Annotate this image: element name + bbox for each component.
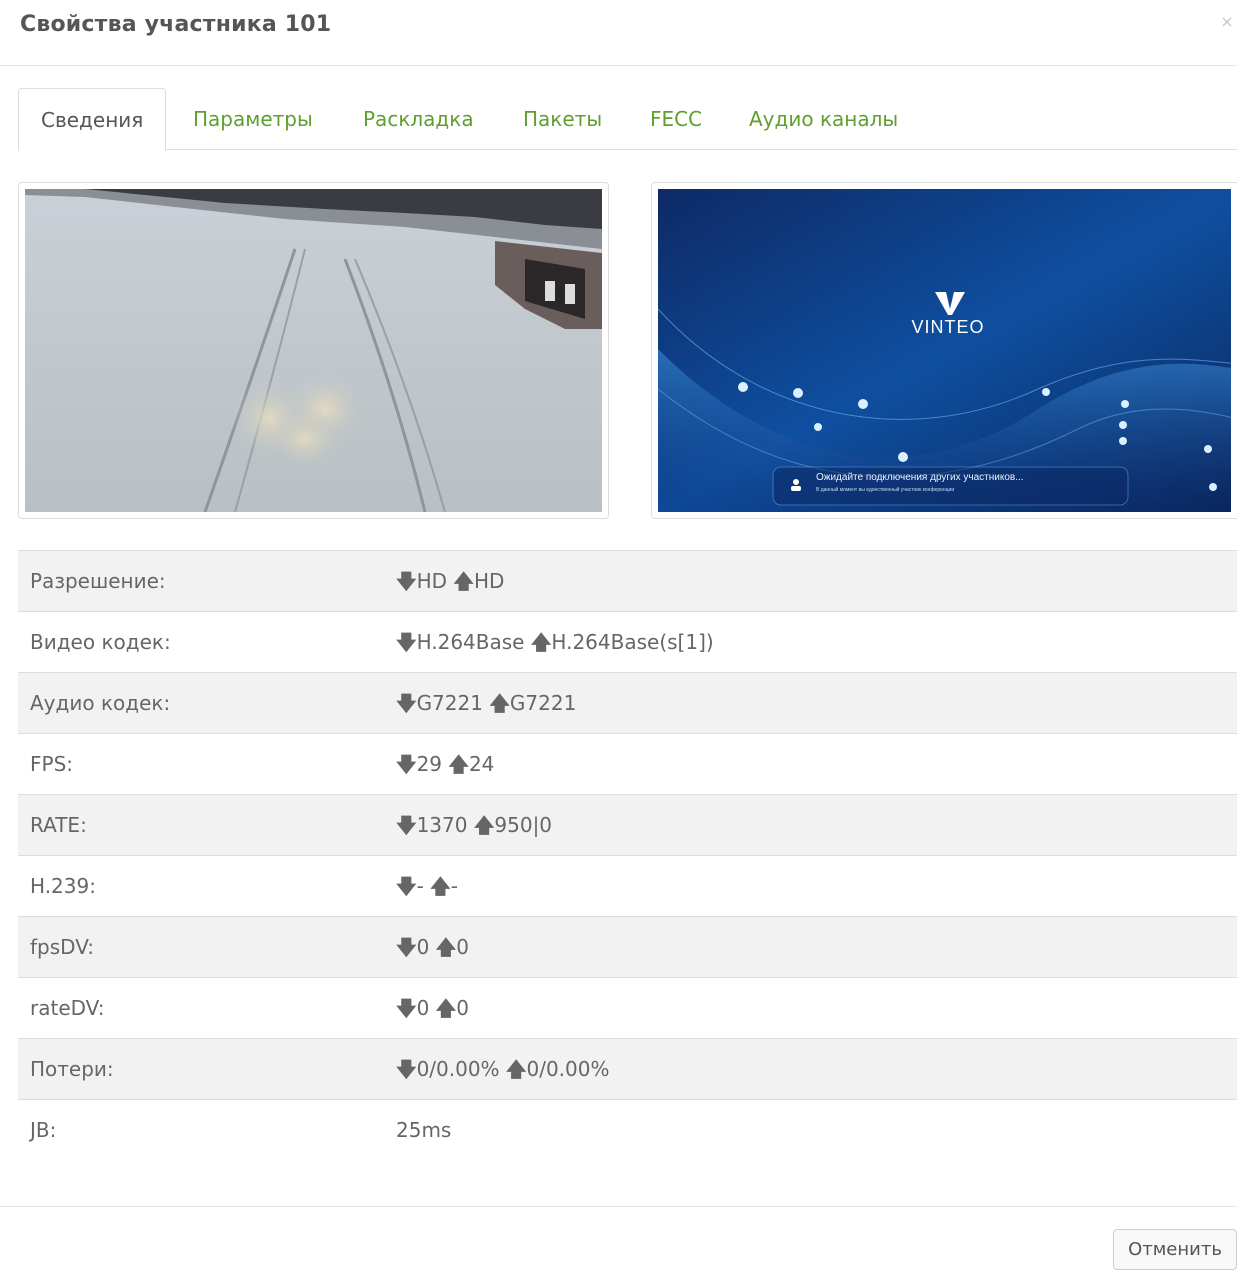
arrow-up-icon: 🡅 bbox=[448, 752, 469, 776]
tab-layout[interactable]: Раскладка bbox=[363, 88, 474, 150]
stats-up-value: 0 bbox=[456, 935, 469, 959]
tab-bar: Сведения Параметры Раскладка Пакеты FECC… bbox=[18, 88, 1237, 151]
stats-down-value: G7221 bbox=[416, 691, 483, 715]
stats-value: 🡇0 🡅0 bbox=[396, 978, 469, 1038]
stats-up-value: G7221 bbox=[509, 691, 577, 715]
stats-label: rateDV: bbox=[30, 996, 105, 1020]
dialog-title: Свойства участника 101 bbox=[20, 12, 332, 37]
stats-row-audio-codec: Аудио кодек: 🡇G7221 🡅G7221 bbox=[18, 672, 1237, 733]
vinteo-logo-text: VINTEO bbox=[911, 317, 985, 337]
stats-down-value: 29 bbox=[416, 752, 443, 776]
stats-down-value: 0 bbox=[416, 935, 430, 959]
stats-up-value: 950|0 bbox=[494, 813, 553, 837]
incoming-video-preview bbox=[18, 182, 609, 519]
waiting-submessage: В данный момент вы единственный участник… bbox=[816, 487, 955, 493]
arrow-up-icon: 🡅 bbox=[505, 1057, 527, 1081]
stats-row-fpsdv: fpsDV: 🡇0 🡅0 bbox=[18, 916, 1237, 977]
arrow-up-icon: 🡅 bbox=[489, 691, 510, 715]
arrow-down-icon: 🡇 bbox=[396, 691, 417, 715]
stats-label: JB: bbox=[30, 1118, 57, 1142]
tab-audio-channels[interactable]: Аудио каналы bbox=[749, 88, 898, 150]
tab-fecc[interactable]: FECC bbox=[650, 88, 702, 150]
stats-label: Потери: bbox=[30, 1057, 114, 1081]
stats-value: 🡇G7221 🡅G7221 bbox=[396, 673, 576, 733]
stats-down-value: HD bbox=[416, 569, 448, 593]
dialog-header: Свойства участника 101 × bbox=[0, 0, 1237, 66]
arrow-down-icon: 🡇 bbox=[396, 874, 417, 898]
arrow-up-icon: 🡅 bbox=[453, 569, 474, 593]
stats-up-value: 0/0.00% bbox=[526, 1057, 610, 1081]
stats-row-rate: RATE: 🡇1370 🡅950|0 bbox=[18, 794, 1237, 855]
cancel-button[interactable]: Отменить bbox=[1113, 1229, 1237, 1270]
tab-packets[interactable]: Пакеты bbox=[523, 88, 602, 150]
outgoing-video-preview: VINTEO Ожидайте подключения других участ… bbox=[651, 182, 1237, 519]
stats-up-value: 24 bbox=[468, 752, 495, 776]
incoming-video-image bbox=[25, 189, 602, 512]
stats-down-value: 0/0.00% bbox=[416, 1057, 500, 1081]
stats-down-value: 1370 bbox=[416, 813, 468, 837]
stats-row-ratedv: rateDV: 🡇0 🡅0 bbox=[18, 977, 1237, 1038]
arrow-up-icon: 🡅 bbox=[473, 813, 495, 837]
stats-row-fps: FPS: 🡇29 🡅24 bbox=[18, 733, 1237, 794]
stats-down-value: 0 bbox=[416, 996, 430, 1020]
vinteo-waiting-screen: VINTEO Ожидайте подключения других участ… bbox=[658, 189, 1231, 512]
stats-value: 🡇- 🡅- bbox=[396, 856, 458, 916]
stats-row-jb: JB: 25ms bbox=[18, 1099, 1237, 1160]
stats-value: 🡇HD 🡅HD bbox=[396, 551, 504, 611]
stats-label: Аудио кодек: bbox=[30, 691, 171, 715]
arrow-down-icon: 🡇 bbox=[396, 569, 417, 593]
arrow-down-icon: 🡇 bbox=[396, 1057, 417, 1081]
arrow-up-icon: 🡅 bbox=[430, 874, 451, 898]
stats-label: fpsDV: bbox=[30, 935, 94, 959]
stats-row-h239: H.239: 🡇- 🡅- bbox=[18, 855, 1237, 916]
stats-label: Разрешение: bbox=[30, 569, 166, 593]
participant-stats-table: Разрешение: 🡇HD 🡅HD Видео кодек: 🡇H.264B… bbox=[18, 550, 1237, 1160]
stats-value: 🡇0/0.00% 🡅0/0.00% bbox=[396, 1039, 609, 1099]
stats-value: 🡇0 🡅0 bbox=[396, 917, 469, 977]
stats-up-value: HD bbox=[473, 569, 505, 593]
arrow-up-icon: 🡅 bbox=[435, 935, 457, 959]
tab-info[interactable]: Сведения bbox=[18, 88, 167, 151]
stats-row-resolution: Разрешение: 🡇HD 🡅HD bbox=[18, 550, 1237, 611]
stats-value: 🡇1370 🡅950|0 bbox=[396, 795, 552, 855]
footer-divider bbox=[0, 1206, 1237, 1207]
close-icon[interactable]: × bbox=[1217, 12, 1237, 32]
arrow-down-icon: 🡇 bbox=[396, 935, 417, 959]
stats-label: H.239: bbox=[30, 874, 96, 898]
arrow-down-icon: 🡇 bbox=[396, 813, 417, 837]
stats-value: 🡇H.264Base 🡅H.264Base(s[1]) bbox=[396, 612, 714, 672]
arrow-down-icon: 🡇 bbox=[396, 752, 417, 776]
waiting-message: Ожидайте подключения других участников..… bbox=[816, 472, 1024, 483]
arrow-up-icon: 🡅 bbox=[530, 630, 552, 654]
stats-up-value: H.264Base(s[1]) bbox=[551, 630, 714, 654]
stats-up-value: - bbox=[450, 874, 458, 898]
stats-label: Видео кодек: bbox=[30, 630, 171, 654]
stats-value: 🡇29 🡅24 bbox=[396, 734, 494, 794]
stats-down-value: H.264Base bbox=[416, 630, 525, 654]
stats-up-value: 0 bbox=[456, 996, 469, 1020]
arrow-down-icon: 🡇 bbox=[396, 996, 417, 1020]
participant-properties-dialog: Свойства участника 101 × Сведения Параме… bbox=[0, 0, 1237, 1270]
stats-value: 25ms bbox=[396, 1118, 452, 1142]
tab-parameters[interactable]: Параметры bbox=[193, 88, 313, 150]
arrow-down-icon: 🡇 bbox=[396, 630, 417, 654]
stats-label: RATE: bbox=[30, 813, 87, 837]
stats-row-video-codec: Видео кодек: 🡇H.264Base 🡅H.264Base(s[1]) bbox=[18, 611, 1237, 672]
stats-row-losses: Потери: 🡇0/0.00% 🡅0/0.00% bbox=[18, 1038, 1237, 1099]
stats-down-value: - bbox=[416, 874, 424, 898]
stats-label: FPS: bbox=[30, 752, 73, 776]
arrow-up-icon: 🡅 bbox=[435, 996, 457, 1020]
